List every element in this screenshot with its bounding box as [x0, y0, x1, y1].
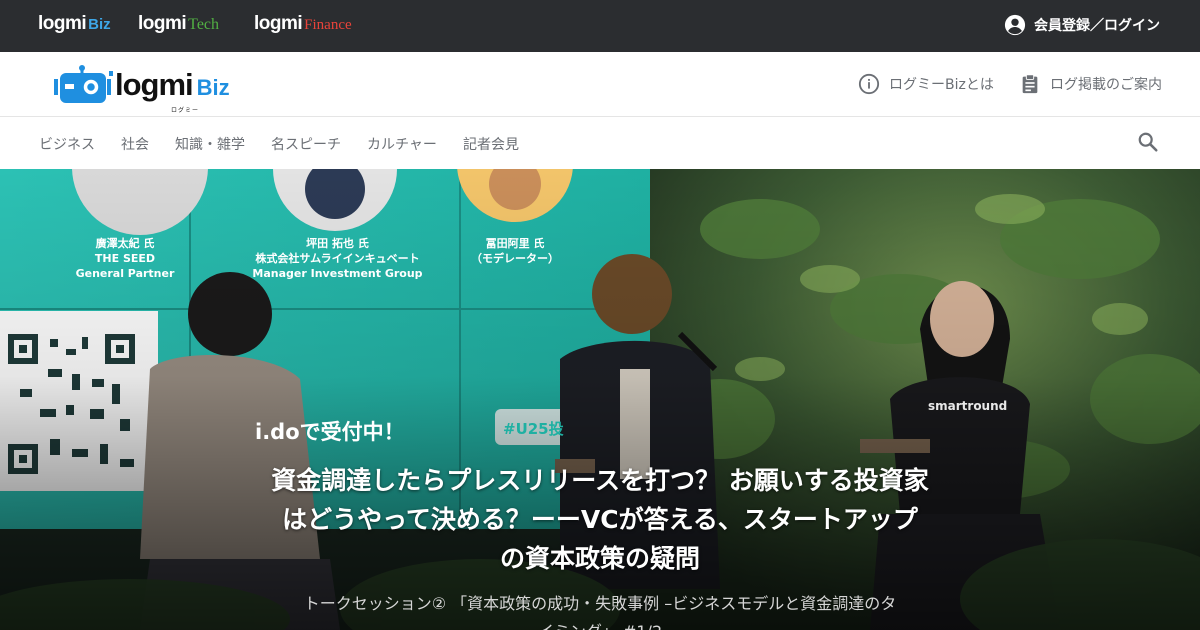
article-title-line: 資金調達したらプレスリリースを打つ？ お願いする投資家 — [271, 466, 929, 495]
logmi-biz-logo[interactable]: logmi Biz ログミー — [51, 65, 230, 114]
nav-item-knowledge[interactable]: 知識・雑学 — [175, 134, 245, 154]
about-link[interactable]: ログミーBizとは — [858, 73, 994, 95]
slide-person-org: （モデレーター） — [471, 252, 559, 265]
slide-person-name: 冨田阿里 氏 — [485, 237, 545, 250]
logo-biz: Biz — [196, 75, 230, 100]
robot-logo-icon — [54, 65, 113, 103]
search-icon[interactable] — [1137, 131, 1159, 153]
publishing-guide-link[interactable]: ログ掲載のご案内 — [1019, 73, 1162, 95]
article-hero[interactable]: 廣澤太紀 氏 THE SEED General Partner 坪田 拓也 氏 … — [0, 169, 1200, 630]
slide-person-3: 冨田阿里 氏 （モデレーター） — [465, 236, 565, 266]
account-circle-icon — [1004, 14, 1026, 36]
logo-wordmark: logmi — [115, 67, 194, 102]
article-subtitle: トークセッション② 「資本政策の成功・失敗事例 –ビジネスモデルと資金調達のタ … — [290, 590, 910, 630]
login-register-label: 会員登録／ログイン — [1034, 18, 1160, 34]
site-link-base: logmi — [254, 13, 303, 34]
slide-person-role: General Partner — [75, 267, 175, 280]
nav-item-business[interactable]: ビジネス — [39, 134, 95, 154]
clipboard-icon — [1022, 74, 1038, 94]
publishing-guide-label: ログ掲載のご案内 — [1050, 77, 1162, 93]
article-title[interactable]: 資金調達したらプレスリリースを打つ？ お願いする投資家 はどうやって決める？ーー… — [200, 461, 1000, 578]
slide-cta: i.doで受付中！ — [255, 420, 405, 444]
site-link-suffix: Biz — [88, 16, 111, 33]
info-icon — [858, 73, 880, 95]
nav-item-speech[interactable]: 名スピーチ — [271, 134, 341, 154]
site-link-logmi-biz[interactable]: logmi Biz — [38, 13, 111, 35]
slide-person-name: 廣澤太紀 氏 — [95, 237, 155, 250]
slide-tag: #U25投 — [503, 420, 564, 438]
site-link-suffix: Finance — [304, 17, 352, 33]
site-link-base: logmi — [38, 13, 87, 34]
shirt-logo-text: smartround — [928, 399, 1008, 413]
slide-person-2: 坪田 拓也 氏 株式会社サムライインキュベート Manager Investme… — [245, 236, 430, 281]
site-link-base: logmi — [138, 13, 187, 34]
article-title-line: はどうやって決める？ーーVCが答える、スタートアップ — [282, 505, 918, 534]
network-bar: logmi Biz logmi Tech logmi Finance 会員登録／… — [0, 0, 1200, 52]
slide-person-org: THE SEED — [94, 252, 156, 265]
site-link-suffix: Tech — [188, 16, 220, 33]
site-link-logmi-tech[interactable]: logmi Tech — [138, 13, 219, 35]
category-nav: ビジネス 社会 知識・雑学 名スピーチ カルチャー 記者会見 — [0, 117, 1200, 169]
site-link-logmi-finance[interactable]: logmi Finance — [254, 13, 352, 35]
article-subtitle-line: トークセッション② 「資本政策の成功・失敗事例 –ビジネスモデルと資金調達のタ — [303, 594, 897, 613]
site-header: logmi Biz ログミー ログミーBizとは ログ掲載のご案内 — [0, 52, 1200, 117]
nav-item-society[interactable]: 社会 — [121, 134, 149, 154]
login-register-link[interactable]: 会員登録／ログイン — [1004, 14, 1160, 36]
nav-item-press[interactable]: 記者会見 — [463, 134, 519, 154]
slide-person-name: 坪田 拓也 氏 — [306, 237, 369, 250]
nav-item-culture[interactable]: カルチャー — [367, 134, 437, 154]
slide-person-role: Manager Investment Group — [252, 267, 423, 280]
slide-person-org: 株式会社サムライインキュベート — [255, 252, 420, 265]
article-title-line: の資本政策の疑問 — [499, 544, 700, 573]
article-subtitle-line: イミング」 #1/2 — [290, 618, 910, 630]
about-label: ログミーBizとは — [889, 77, 994, 93]
logo-kana: ログミー — [171, 107, 200, 114]
slide-person-1: 廣澤太紀 氏 THE SEED General Partner — [60, 236, 190, 281]
